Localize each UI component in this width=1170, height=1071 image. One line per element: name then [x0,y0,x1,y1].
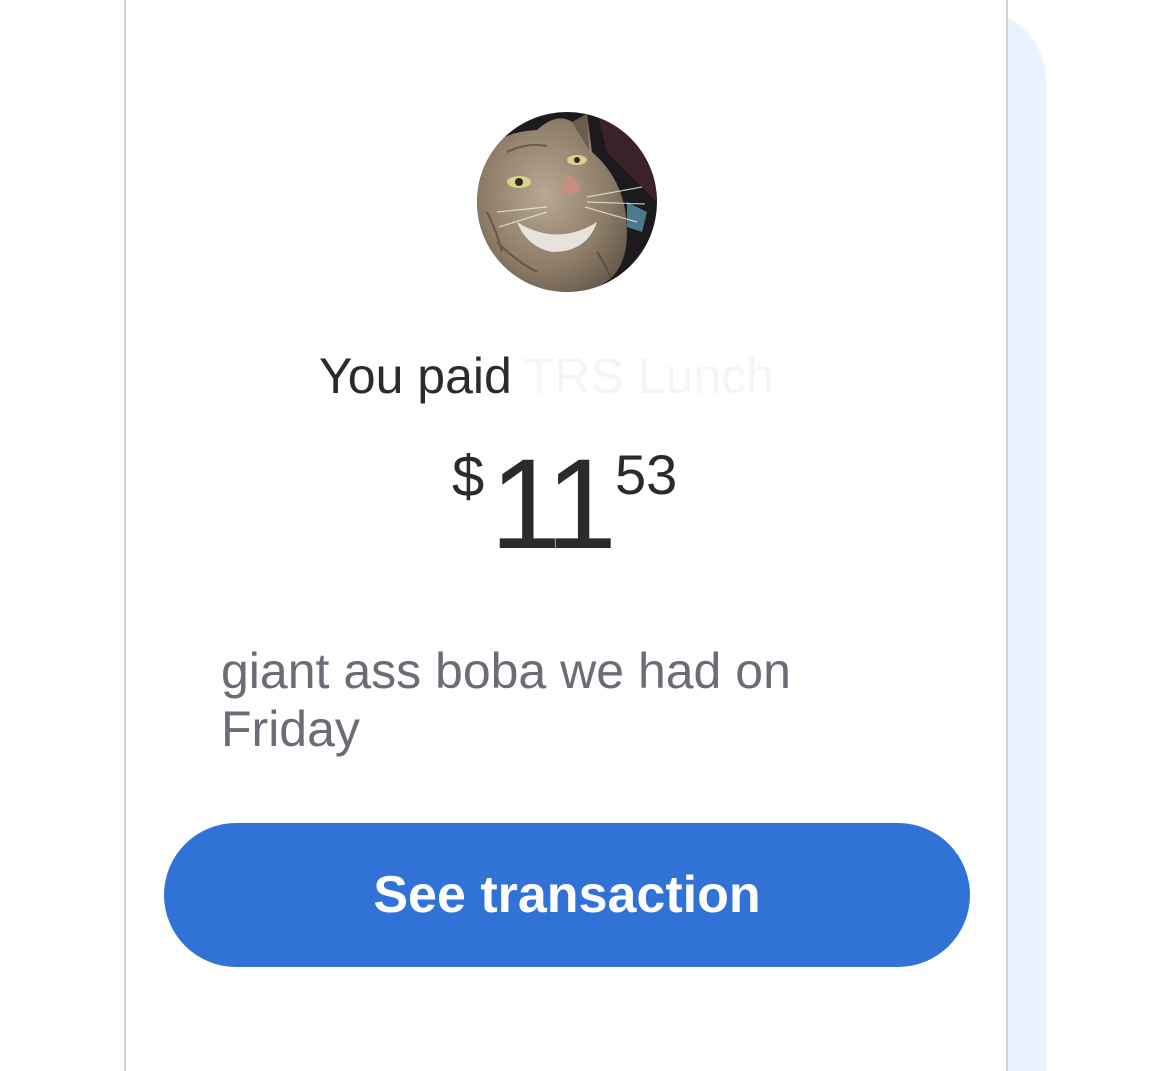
see-transaction-button[interactable]: See transaction [164,823,970,967]
payment-summary: You paid TRS Lunch [319,346,774,406]
amount-cents: 53 [615,443,678,506]
payment-note: giant ass boba we had on Friday [221,643,791,757]
avatar [477,112,657,292]
page: You paid TRS Lunch $ 11 53 giant ass boba… [0,0,1170,1071]
paid-prefix: You paid [319,348,512,404]
recipient-name: TRS Lunch [523,348,774,404]
amount-dollars: 11 [490,433,617,576]
cat-photo-icon [477,112,657,292]
currency-symbol: $ [452,444,485,509]
